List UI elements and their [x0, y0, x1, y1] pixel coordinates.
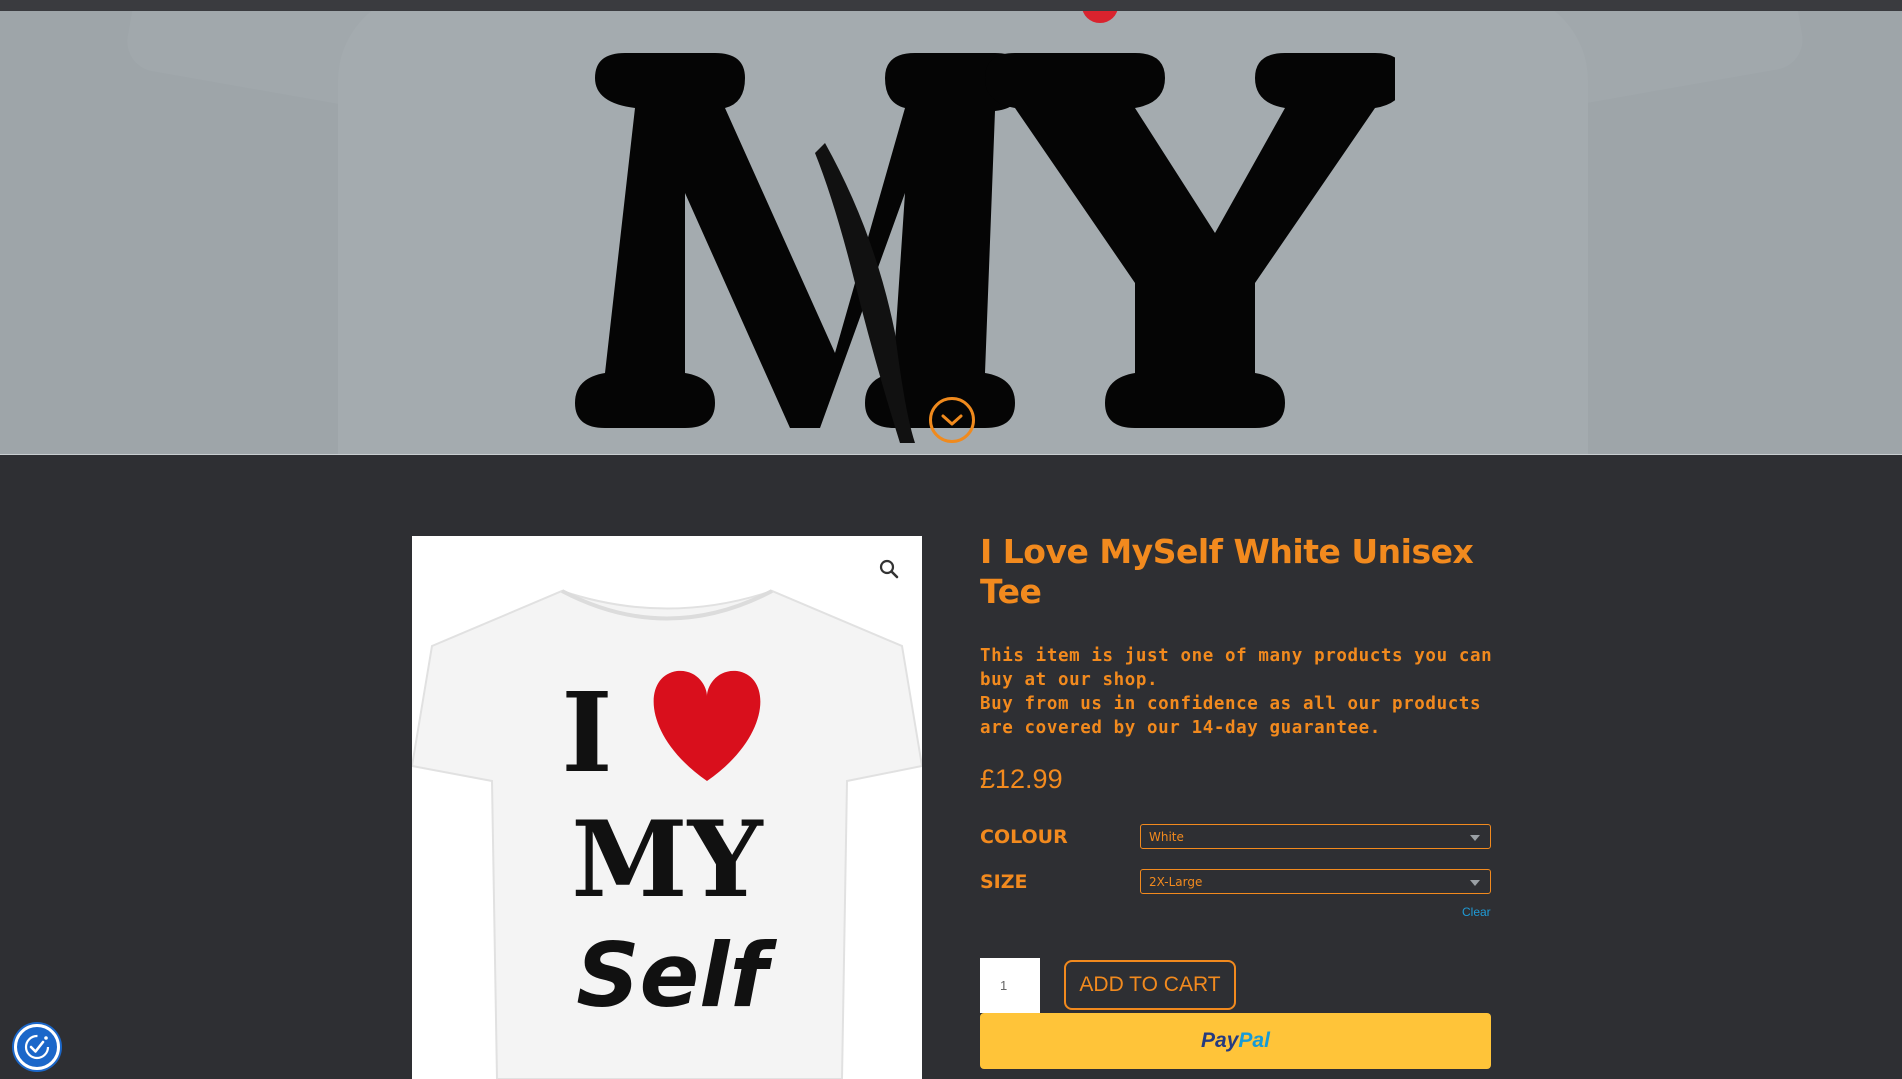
product-price: £12.99: [980, 764, 1063, 794]
clear-variations-link[interactable]: Clear: [1462, 905, 1491, 919]
add-to-cart-button[interactable]: ADD TO CART: [1064, 960, 1236, 1010]
paypal-logo-pal: Pal: [1238, 1029, 1270, 1052]
colour-select-value: White: [1149, 829, 1184, 844]
image-text-i: I: [561, 668, 612, 797]
accessibility-icon: [24, 1034, 50, 1060]
magnifier-icon: [879, 559, 899, 579]
image-text-self: Self: [576, 924, 777, 1027]
hero-my-graphic: [575, 33, 1395, 453]
tshirt-image: I MY Self: [412, 589, 922, 1079]
chevron-down-icon: [1470, 835, 1480, 841]
product-image[interactable]: I MY Self: [412, 536, 922, 1079]
paypal-button[interactable]: Pay Pal: [980, 1013, 1491, 1069]
zoom-icon[interactable]: [876, 556, 902, 582]
description-line-1: This item is just one of many products y…: [980, 646, 1493, 690]
size-select[interactable]: 2X-Large: [1140, 869, 1491, 894]
product-title: I Love MySelf White Unisex Tee: [980, 532, 1474, 611]
paypal-logo-pay: Pay: [1201, 1029, 1239, 1052]
accessibility-button[interactable]: [14, 1024, 60, 1070]
scroll-down-button[interactable]: [929, 397, 975, 443]
colour-label: COLOUR: [980, 826, 1068, 848]
size-select-value: 2X-Large: [1149, 874, 1203, 889]
product-description: This item is just one of many products y…: [980, 644, 1500, 740]
image-text-my: MY: [571, 797, 763, 921]
quantity-input[interactable]: 1: [980, 958, 1040, 1013]
description-line-2: Buy from us in confidence as all our pro…: [980, 694, 1482, 738]
hero-banner: [0, 11, 1902, 455]
size-label: SIZE: [980, 871, 1028, 893]
chevron-down-icon: [941, 414, 963, 426]
top-bar: [0, 0, 1902, 11]
colour-select[interactable]: White: [1140, 824, 1491, 849]
chevron-down-icon: [1470, 880, 1480, 886]
hero-my-letters: [575, 53, 1395, 443]
